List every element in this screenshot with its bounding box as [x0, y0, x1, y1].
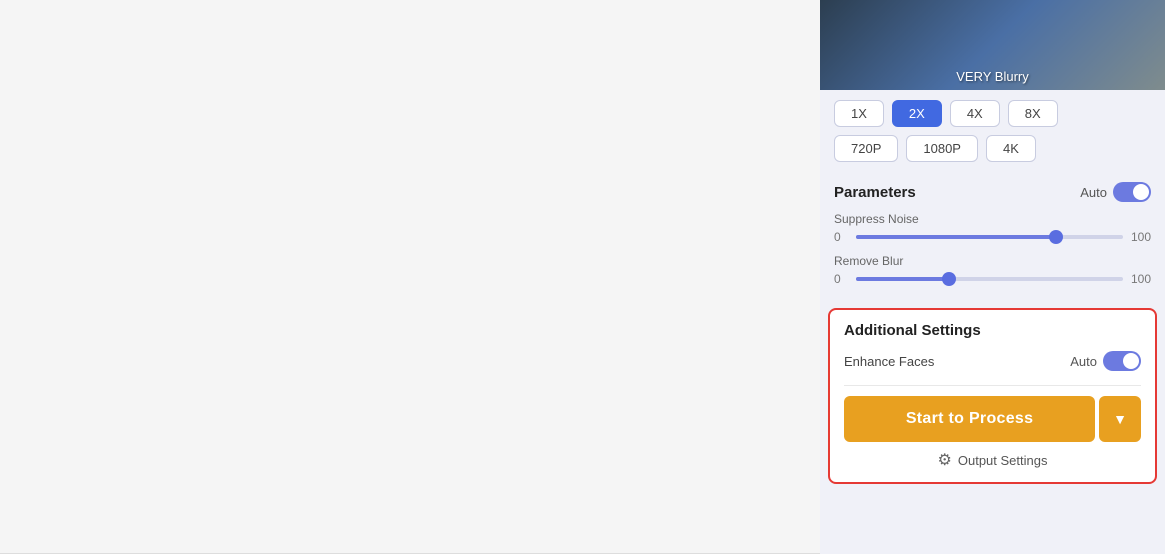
divider — [844, 385, 1141, 386]
parameters-auto-group: Auto — [1080, 182, 1151, 202]
enhance-faces-auto-label: Auto — [1070, 354, 1097, 369]
remove-blur-thumb[interactable] — [942, 272, 956, 286]
additional-settings-title: Additional Settings — [844, 322, 1141, 339]
remove-blur-min: 0 — [834, 272, 848, 286]
process-btn-row: Start to Process ▼ — [844, 396, 1141, 442]
enhance-faces-row: Enhance Faces Auto — [844, 351, 1141, 371]
enhance-faces-auto-group: Auto — [1070, 351, 1141, 371]
remove-blur-fill — [856, 277, 949, 281]
scale-btn-2x[interactable]: 2X — [892, 100, 942, 127]
output-settings-row[interactable]: ⚙ Output Settings — [844, 450, 1141, 470]
suppress-noise-fill — [856, 235, 1056, 239]
main-canvas — [0, 0, 820, 554]
start-process-button[interactable]: Start to Process — [844, 396, 1095, 442]
scale-btn-1x[interactable]: 1X — [834, 100, 884, 127]
parameters-header: Parameters Auto — [834, 182, 1151, 202]
scale-btn-4x[interactable]: 4X — [950, 100, 1000, 127]
parameters-section: Parameters Auto Suppress Noise 0 100 Rem… — [820, 174, 1165, 304]
process-dropdown-button[interactable]: ▼ — [1099, 396, 1141, 442]
scale-row-2: 720P 1080P 4K — [834, 135, 1151, 162]
scale-btn-720p[interactable]: 720P — [834, 135, 898, 162]
additional-settings-section: Additional Settings Enhance Faces Auto S… — [828, 308, 1157, 484]
scale-btn-1080p[interactable]: 1080P — [906, 135, 978, 162]
image-preview: VERY Blurry — [820, 0, 1165, 90]
suppress-noise-min: 0 — [834, 230, 848, 244]
parameters-auto-label: Auto — [1080, 185, 1107, 200]
suppress-noise-max: 100 — [1131, 230, 1151, 244]
right-panel: VERY Blurry 1X 2X 4X 8X 720P 1080P 4K Pa… — [820, 0, 1165, 554]
remove-blur-label: Remove Blur — [834, 254, 1151, 268]
gear-icon: ⚙ — [938, 450, 952, 470]
suppress-noise-label: Suppress Noise — [834, 212, 1151, 226]
suppress-noise-track[interactable] — [856, 235, 1123, 239]
suppress-noise-row: 0 100 — [834, 230, 1151, 244]
suppress-noise-thumb[interactable] — [1049, 230, 1063, 244]
remove-blur-track[interactable] — [856, 277, 1123, 281]
parameters-auto-toggle[interactable] — [1113, 182, 1151, 202]
scale-row-1: 1X 2X 4X 8X — [834, 100, 1151, 127]
scale-btn-8x[interactable]: 8X — [1008, 100, 1058, 127]
image-preview-label: VERY Blurry — [956, 69, 1029, 84]
remove-blur-row: 0 100 — [834, 272, 1151, 286]
output-settings-label: Output Settings — [958, 453, 1048, 468]
enhance-faces-label: Enhance Faces — [844, 354, 934, 369]
remove-blur-max: 100 — [1131, 272, 1151, 286]
scale-btn-4k[interactable]: 4K — [986, 135, 1036, 162]
parameters-title: Parameters — [834, 184, 916, 201]
scale-section: 1X 2X 4X 8X 720P 1080P 4K — [820, 90, 1165, 174]
enhance-faces-toggle[interactable] — [1103, 351, 1141, 371]
